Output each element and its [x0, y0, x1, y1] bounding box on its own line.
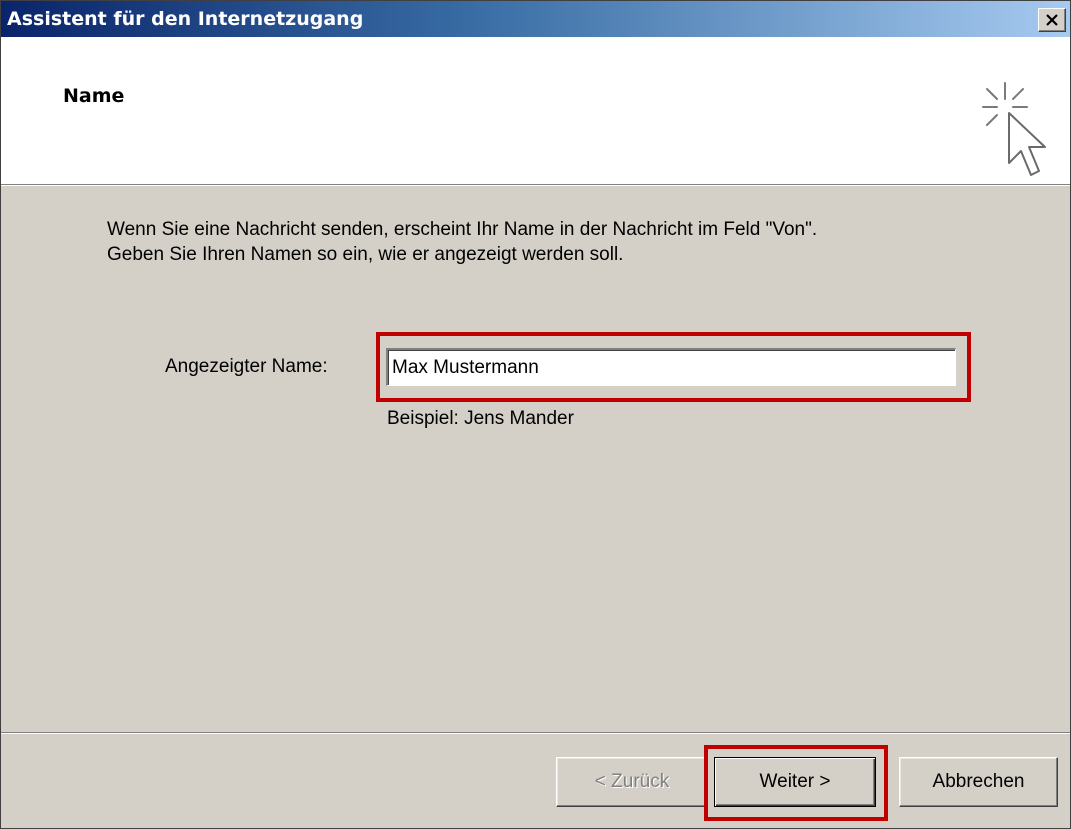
cursor-sparkle-icon — [982, 82, 1046, 176]
close-icon — [1046, 14, 1058, 26]
intro-line-2: Geben Sie Ihren Namen so ein, wie er ang… — [107, 244, 624, 265]
close-button[interactable] — [1038, 8, 1066, 32]
back-button[interactable]: < Zurück — [556, 757, 708, 807]
footer-separator — [1, 732, 1070, 734]
wizard-header: Name — [1, 37, 1070, 186]
intro-line-1: Wenn Sie eine Nachricht senden, erschein… — [107, 219, 818, 240]
display-name-label: Angezeigter Name: — [165, 356, 328, 377]
next-button[interactable]: Weiter > — [714, 757, 876, 807]
wizard-dialog: Assistent für den Internetzugang Name We… — [0, 0, 1071, 829]
window-title: Assistent für den Internetzugang — [7, 8, 364, 30]
display-name-input[interactable] — [386, 348, 956, 386]
intro-text: Wenn Sie eine Nachricht senden, erschein… — [107, 217, 817, 267]
cancel-button[interactable]: Abbrechen — [899, 757, 1058, 807]
example-hint: Beispiel: Jens Mander — [387, 408, 574, 429]
page-title: Name — [63, 85, 125, 107]
title-bar[interactable]: Assistent für den Internetzugang — [1, 1, 1070, 37]
